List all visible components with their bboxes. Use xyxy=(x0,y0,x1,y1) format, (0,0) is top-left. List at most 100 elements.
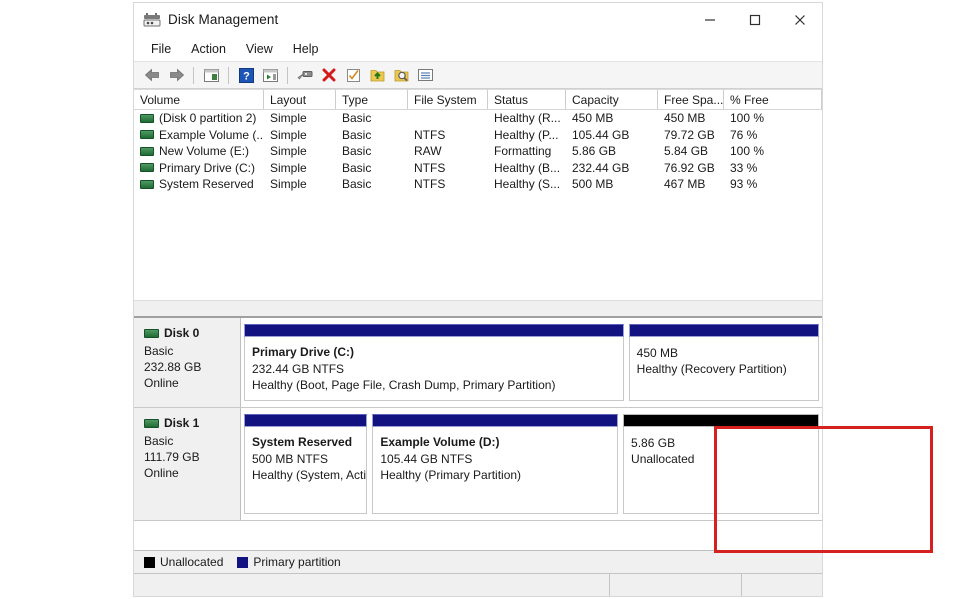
partition-details: 450 MB Healthy (Recovery Partition) xyxy=(628,337,819,401)
cell-status: Healthy (S... xyxy=(494,177,561,192)
partition-strip: System Reserved 500 MB NTFS Healthy (Syste… xyxy=(241,408,822,520)
cell-status: Healthy (B... xyxy=(494,160,561,175)
volume-icon xyxy=(140,146,154,156)
column-header-free[interactable]: % Free xyxy=(724,89,822,109)
table-row[interactable]: Example Volume (... Simple Basic NTFS Health… xyxy=(134,127,822,144)
partition-size-filesystem: 500 MB NTFS xyxy=(252,452,329,466)
partition-system-reserved[interactable]: System Reserved 500 MB NTFS Healthy (Syste… xyxy=(244,414,368,514)
legend-swatch-black xyxy=(144,556,155,568)
partition-details: System Reserved 500 MB NTFS Healthy (Syste… xyxy=(244,427,368,514)
partition-color-bar xyxy=(623,414,819,427)
cell-file-system: RAW xyxy=(414,144,442,159)
list-view-icon[interactable] xyxy=(414,64,436,86)
disk-name: Disk 0 xyxy=(164,326,200,340)
cell-volume: Primary Drive (C:) xyxy=(134,161,264,175)
cell-file-system: NTFS xyxy=(414,127,446,142)
properties-icon[interactable] xyxy=(294,64,316,86)
legend-label: Unallocated xyxy=(160,555,224,569)
menu-item-file[interactable]: File xyxy=(142,40,180,58)
cell-type: Basic xyxy=(342,144,372,159)
legend-swatch-blue xyxy=(237,556,249,568)
partition-name: System Reserved xyxy=(252,435,353,449)
partition-status: Unallocated xyxy=(631,452,695,466)
partition-name: Primary Drive (C:) xyxy=(252,345,355,359)
status-bar xyxy=(134,573,822,596)
volume-list-body[interactable]: (Disk 0 partition 2) Simple Basic Healthy (… xyxy=(134,110,822,300)
find-icon[interactable] xyxy=(390,64,412,86)
cell-text: Example Volume (... xyxy=(159,127,264,142)
disk-management-icon xyxy=(143,12,161,28)
column-header-file-system[interactable]: File System xyxy=(408,89,488,109)
window-controls xyxy=(687,3,822,36)
disk-info-panel[interactable]: Disk 1 Basic 111.79 GB Online xyxy=(134,408,241,520)
column-header-layout[interactable]: Layout xyxy=(264,89,336,109)
menu-item-view[interactable]: View xyxy=(237,40,282,58)
partition-example-volume-d[interactable]: Example Volume (D:) 105.44 GB NTFS Healthy… xyxy=(372,414,619,514)
menu-bar: File Action View Help xyxy=(134,36,822,61)
partition-status: Healthy (Recovery Partition) xyxy=(636,362,787,376)
cell-type: Basic xyxy=(342,177,372,192)
partition-450-mb[interactable]: 450 MB Healthy (Recovery Partition) xyxy=(628,324,819,401)
partition-size-filesystem: 5.86 GB xyxy=(631,436,676,450)
disk-title-line: Disk 1 xyxy=(144,416,240,430)
legend-label: Primary partition xyxy=(253,555,341,569)
forward-arrow-icon[interactable] xyxy=(165,64,187,86)
back-arrow-icon[interactable] xyxy=(141,64,163,86)
rescan-disks-icon[interactable] xyxy=(342,64,364,86)
cell-layout: Simple xyxy=(270,111,307,126)
cell-type: Basic xyxy=(342,127,372,142)
column-header-capacity[interactable]: Capacity xyxy=(566,89,658,109)
table-row[interactable]: New Volume (E:) Simple Basic RAW Formatting 5… xyxy=(134,143,822,160)
column-header-status[interactable]: Status xyxy=(488,89,566,109)
separator-1 xyxy=(193,66,194,84)
partition-color-bar xyxy=(628,324,819,337)
delete-icon[interactable] xyxy=(318,64,340,86)
disk-title-line: Disk 0 xyxy=(144,326,240,340)
cell-percent-free: 33 % xyxy=(730,160,758,175)
export-list-icon[interactable] xyxy=(366,64,388,86)
partition-details: Example Volume (D:) 105.44 GB NTFS Healthy… xyxy=(372,427,619,514)
cell-layout: Simple xyxy=(270,160,307,175)
partition-color-bar xyxy=(244,414,368,427)
cell-capacity: 450 MB xyxy=(572,111,614,126)
show-hide-action-pane-icon[interactable] xyxy=(259,64,281,86)
disk-state: Online xyxy=(144,376,179,390)
menu-item-action[interactable]: Action xyxy=(182,40,235,58)
partition-status: Healthy (System, Acti xyxy=(252,468,367,482)
table-row[interactable]: System Reserved Simple Basic NTFS Healthy (S… xyxy=(134,176,822,193)
maximize-button[interactable] xyxy=(732,3,777,36)
column-header-free-spa[interactable]: Free Spa... xyxy=(658,89,724,109)
help-icon[interactable]: ? xyxy=(235,64,257,86)
disk-icon xyxy=(144,418,159,428)
volume-list-horizontal-scrollbar[interactable] xyxy=(134,300,822,316)
partition-status: Healthy (Primary Partition) xyxy=(380,468,522,482)
cell-text: (Disk 0 partition 2) xyxy=(159,111,257,126)
cell-percent-free: 93 % xyxy=(730,177,758,192)
table-row[interactable]: (Disk 0 partition 2) Simple Basic Healthy (… xyxy=(134,110,822,127)
cell-free-space: 467 MB xyxy=(664,177,706,192)
status-segment-tertiary xyxy=(742,574,822,596)
show-hide-console-tree-icon[interactable] xyxy=(200,64,222,86)
partition-primary-drive-c[interactable]: Primary Drive (C:) 232.44 GB NTFS Healthy … xyxy=(244,324,624,401)
disk-graphical-pane: Disk 0 Basic 232.88 GB Online Primary Drive … xyxy=(134,318,822,550)
separator-3 xyxy=(287,66,288,84)
cell-free-space: 5.84 GB xyxy=(664,144,709,159)
partition-unallocated[interactable]: 5.86 GB Unallocated xyxy=(623,414,819,514)
menu-item-help[interactable]: Help xyxy=(284,40,328,58)
partition-details: Primary Drive (C:) 232.44 GB NTFS Healthy … xyxy=(244,337,624,401)
disk-info-panel[interactable]: Disk 0 Basic 232.88 GB Online xyxy=(134,318,241,407)
cell-capacity: 105.44 GB xyxy=(572,127,630,142)
cell-status: Healthy (P... xyxy=(494,127,559,142)
legend-bar: Unallocated Primary partition xyxy=(134,550,822,573)
toolbar: ? xyxy=(134,61,822,89)
table-row[interactable]: Primary Drive (C:) Simple Basic NTFS Healthy… xyxy=(134,160,822,177)
minimize-button[interactable] xyxy=(687,3,732,36)
cell-status: Healthy (R... xyxy=(494,111,561,126)
column-header-type[interactable]: Type xyxy=(336,89,408,109)
close-button[interactable] xyxy=(777,3,822,36)
volume-icon xyxy=(140,179,154,189)
disk-management-window: Disk Management File Action View Help ? … xyxy=(133,2,933,597)
column-header-volume[interactable]: Volume xyxy=(134,89,264,109)
cell-percent-free: 100 % xyxy=(730,144,765,159)
partition-strip: Primary Drive (C:) 232.44 GB NTFS Healthy … xyxy=(241,318,822,407)
